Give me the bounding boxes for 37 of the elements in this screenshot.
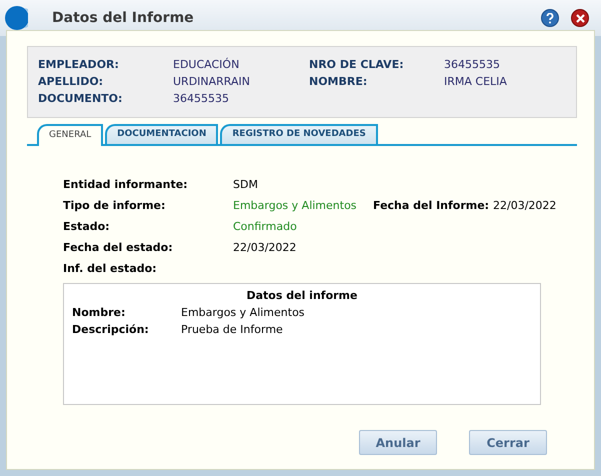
field-label: Nombre: xyxy=(72,305,126,321)
question-icon xyxy=(546,12,554,24)
tab[interactable]: GENERAL xyxy=(37,124,104,146)
app-logo-icon xyxy=(4,4,28,32)
field-label: NRO DE CLAVE: xyxy=(309,57,405,73)
field-value: 22/03/2022 xyxy=(233,240,298,256)
action-button[interactable]: Anular xyxy=(359,430,437,455)
field-label: Entidad informante: xyxy=(63,177,189,193)
field-value: 22/03/2022 xyxy=(493,198,556,214)
field-label: Tipo de informe: xyxy=(63,198,166,214)
field-value: URDINARRAIN xyxy=(173,74,251,90)
field-label: Fecha del estado: xyxy=(63,240,174,256)
tab[interactable]: REGISTRO DE NOVEDADES xyxy=(220,124,378,144)
field-value: SDM xyxy=(233,177,259,193)
field-label: DOCUMENTO: xyxy=(38,91,124,107)
field-label: EMPLEADOR: xyxy=(38,57,120,73)
field-label: Estado: xyxy=(63,219,111,235)
field-value: IRMA CELIA xyxy=(444,74,508,90)
field-value: 36455535 xyxy=(173,91,230,107)
panel-title: Datos del informe xyxy=(246,288,358,304)
field-label: Fecha del Informe: xyxy=(373,198,490,214)
help-button[interactable] xyxy=(541,9,559,27)
window-title: Datos del Informe xyxy=(52,8,194,28)
action-button[interactable]: Cerrar xyxy=(469,430,547,455)
field-value: Confirmado xyxy=(233,219,298,235)
field-label: APELLIDO: xyxy=(38,74,104,90)
field-value: Embargos y Alimentos xyxy=(181,305,305,321)
field-value: 36455535 xyxy=(444,57,501,73)
tab[interactable]: DOCUMENTACION xyxy=(105,124,218,144)
field-value: Prueba de Informe xyxy=(181,322,283,338)
field-label: Inf. del estado: xyxy=(63,261,158,277)
field-label: Descripción: xyxy=(72,322,150,338)
close-icon xyxy=(576,14,584,22)
field-label: NOMBRE: xyxy=(309,74,368,90)
field-value: EDUCACIÓN xyxy=(173,57,240,73)
field-value: Embargos y Alimentos xyxy=(233,198,358,214)
close-button[interactable] xyxy=(571,9,589,27)
